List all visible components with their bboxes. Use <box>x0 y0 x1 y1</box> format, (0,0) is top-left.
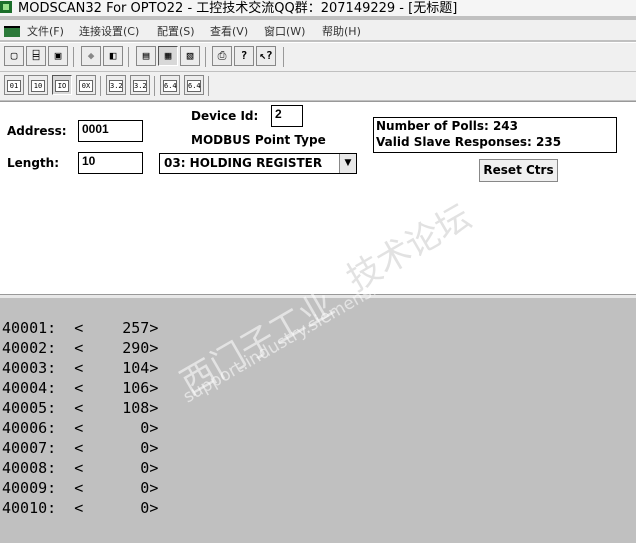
menu-setup[interactable]: 配置(S) <box>157 23 195 39</box>
write-register-icon[interactable]: 3.2 <box>130 75 150 95</box>
input-status-icon[interactable]: 10 <box>28 75 48 95</box>
register-address: 40004: <box>2 379 57 397</box>
register-value: 0 <box>140 419 150 437</box>
menu-connection[interactable]: 连接设置(C) <box>79 23 139 39</box>
menu-help[interactable]: 帮助(H) <box>322 23 361 39</box>
polls-count: Number of Polls: 243 <box>376 119 518 133</box>
register-row: 40009: < 0> <box>2 479 159 497</box>
write-coil-icon[interactable]: 3.2 <box>106 75 126 95</box>
function-toolbar: 01 10 IO 0X 3.2 3.2 6.4 6.4 <box>0 72 636 100</box>
length-label: Length: <box>7 156 59 170</box>
register-row: 40010: < 0> <box>2 499 159 517</box>
register-value: 0 <box>140 439 150 457</box>
toolbar-separator <box>283 47 284 67</box>
address-label: Address: <box>7 124 67 138</box>
responses-count: Valid Slave Responses: 235 <box>376 135 562 149</box>
register-row: 40001: < 257> <box>2 319 159 337</box>
toolbar-separator <box>73 47 74 67</box>
toolbar-separator <box>154 76 155 96</box>
reset-counters-button[interactable]: Reset Ctrs <box>479 159 558 182</box>
coil-status-icon[interactable]: 01 <box>4 75 24 95</box>
register-row: 40008: < 0> <box>2 459 159 477</box>
register-address: 40007: <box>2 439 57 457</box>
write-multiple-coils-label: 6.4 <box>163 80 177 92</box>
menu-file[interactable]: 文件(F) <box>27 23 64 39</box>
write-register-label: 3.2 <box>133 80 147 92</box>
register-value: 104 <box>122 359 150 377</box>
connect-icon[interactable]: ◆ <box>81 46 101 66</box>
register-address: 40001: <box>2 319 57 337</box>
register-address: 40003: <box>2 359 57 377</box>
show-traffic-icon[interactable]: ▦ <box>158 46 178 66</box>
chevron-down-icon[interactable]: ▼ <box>339 154 356 173</box>
input-register-label: 0X <box>79 80 93 92</box>
register-row: 40007: < 0> <box>2 439 159 457</box>
title-bar: MODSCAN32 For OPTO22 - 工控技术交流QQ群：2071492… <box>0 0 636 16</box>
display-config-icon[interactable]: ▤ <box>136 46 156 66</box>
disconnect-icon[interactable]: ◧ <box>103 46 123 66</box>
menu-bar: 文件(F) 连接设置(C) 配置(S) 查看(V) 窗口(W) 帮助(H) <box>0 20 636 40</box>
register-value: 0 <box>140 459 150 477</box>
register-address: 40006: <box>2 419 57 437</box>
toolbar-separator <box>205 47 206 67</box>
length-field[interactable]: 10 <box>78 152 143 174</box>
register-address: 40010: <box>2 499 57 517</box>
poll-stats-box: Number of Polls: 243 Valid Slave Respons… <box>373 117 617 153</box>
point-type-label: MODBUS Point Type <box>191 133 326 147</box>
toolbar-separator <box>100 76 101 96</box>
context-help-icon[interactable]: ↖? <box>256 46 276 66</box>
holding-register-label: IO <box>55 80 69 92</box>
register-value: 257 <box>122 319 150 337</box>
document-window-icon[interactable] <box>4 26 20 37</box>
address-field[interactable]: 0001 <box>78 120 143 142</box>
register-row: 40005: < 108> <box>2 399 159 417</box>
new-icon[interactable]: ▢ <box>4 46 24 66</box>
register-value: 106 <box>122 379 150 397</box>
device-id-field[interactable]: 2 <box>271 105 303 127</box>
register-value: 108 <box>122 399 150 417</box>
menu-view[interactable]: 查看(V) <box>210 23 248 39</box>
save-icon[interactable]: ▣ <box>48 46 68 66</box>
coil-status-label: 01 <box>7 80 21 92</box>
window-title: MODSCAN32 For OPTO22 - 工控技术交流QQ群：2071492… <box>18 1 458 16</box>
toolbar-separator <box>128 47 129 67</box>
open-icon[interactable]: ⌸ <box>26 46 46 66</box>
register-value: 0 <box>140 479 150 497</box>
register-row: 40004: < 106> <box>2 379 159 397</box>
register-address: 40009: <box>2 479 57 497</box>
holding-register-icon[interactable]: IO <box>52 75 72 95</box>
help-icon[interactable]: ? <box>234 46 254 66</box>
register-address: 40005: <box>2 399 57 417</box>
settings-panel: Address: 0001 Length: 10 Device Id: 2 MO… <box>0 101 636 295</box>
write-multiple-coils-icon[interactable]: 6.4 <box>160 75 180 95</box>
write-multiple-registers-label: 6.4 <box>187 80 201 92</box>
test-icon[interactable]: ▧ <box>180 46 200 66</box>
point-type-select[interactable]: 03: HOLDING REGISTER ▼ <box>159 153 357 174</box>
toolbar-separator <box>208 76 209 96</box>
splitter[interactable] <box>0 294 636 298</box>
register-value: 0 <box>140 499 150 517</box>
register-row: 40003: < 104> <box>2 359 159 377</box>
write-coil-label: 3.2 <box>109 80 123 92</box>
menu-window[interactable]: 窗口(W) <box>264 23 305 39</box>
input-status-label: 10 <box>31 80 45 92</box>
register-row: 40006: < 0> <box>2 419 159 437</box>
main-toolbar: ▢ ⌸ ▣ ◆ ◧ ▤ ▦ ▧ ⎙ ? ↖? <box>0 42 636 71</box>
point-type-value: 03: HOLDING REGISTER <box>164 156 323 170</box>
register-value: 290 <box>122 339 150 357</box>
register-row: 40002: < 290> <box>2 339 159 357</box>
register-address: 40008: <box>2 459 57 477</box>
register-address: 40002: <box>2 339 57 357</box>
write-multiple-registers-icon[interactable]: 6.4 <box>184 75 204 95</box>
input-register-icon[interactable]: 0X <box>76 75 96 95</box>
device-id-label: Device Id: <box>191 109 259 123</box>
app-icon <box>0 1 12 13</box>
register-list: 40001: < 257> 40002: < 290> 40003: < 104… <box>2 318 158 518</box>
print-icon[interactable]: ⎙ <box>212 46 232 66</box>
